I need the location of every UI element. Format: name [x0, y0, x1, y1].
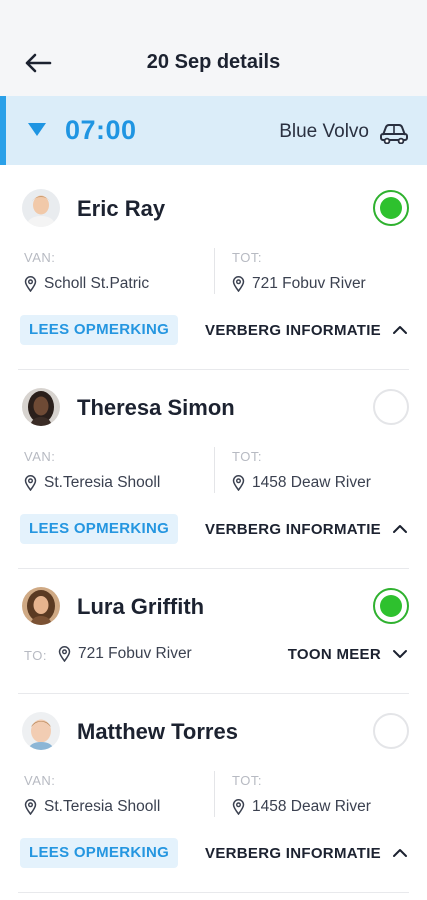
page-title: 20 Sep details	[146, 51, 281, 73]
from-label: VAN:	[24, 449, 56, 464]
passenger-name: Lura Griffith	[77, 594, 205, 619]
location-pin-icon	[232, 276, 245, 292]
passenger-card: Eric Ray VAN: Scholl St.Patric TOT: 721 …	[18, 165, 409, 369]
from-address-text: St.Teresia Shooll	[44, 474, 161, 491]
to-label: TOT:	[232, 449, 262, 464]
from-address: St.Teresia Shooll	[24, 474, 160, 492]
field-divider	[214, 248, 215, 294]
to-label: TOT:	[232, 773, 262, 788]
hide-info-button[interactable]: VERBERG INFORMATIE	[205, 838, 409, 868]
to-address: 1458 Deaw River	[232, 798, 371, 816]
location-pin-icon	[58, 646, 71, 662]
hide-info-label: VERBERG INFORMATIE	[205, 844, 381, 862]
pickup-check-toggle[interactable]	[373, 588, 409, 624]
caret-down-icon[interactable]	[28, 123, 46, 136]
from-address: Scholl St.Patric	[24, 275, 149, 293]
to-address: 1458 Deaw River	[232, 474, 371, 492]
from-label: VAN:	[24, 250, 56, 265]
read-note-button[interactable]: LEES OPMERKING	[20, 514, 179, 544]
read-note-button[interactable]: LEES OPMERKING	[20, 838, 179, 868]
passenger-card: Matthew Torres VAN: St.Teresia Shooll TO…	[18, 693, 409, 893]
pickup-check-toggle[interactable]	[373, 713, 409, 749]
avatar	[22, 189, 60, 227]
hide-info-label: VERBERG INFORMATIE	[205, 520, 381, 538]
location-pin-icon	[232, 475, 245, 491]
to-label: TOT:	[232, 250, 262, 265]
passenger-name: Eric Ray	[77, 196, 166, 221]
avatar	[22, 587, 60, 625]
show-more-button[interactable]: TOON MEER	[288, 639, 409, 669]
location-pin-icon	[24, 276, 37, 292]
to-address: 721 Fobuv River	[58, 645, 192, 663]
read-note-button[interactable]: LEES OPMERKING	[20, 315, 179, 345]
to-address: 721 Fobuv River	[232, 275, 366, 293]
avatar	[22, 712, 60, 750]
to-label: TO:	[24, 648, 47, 663]
location-pin-icon	[24, 799, 37, 815]
from-address-text: St.Teresia Shooll	[44, 798, 161, 815]
field-divider	[214, 771, 215, 817]
passenger-name: Theresa Simon	[77, 395, 235, 420]
chevron-down-icon	[393, 650, 407, 658]
hide-info-button[interactable]: VERBERG INFORMATIE	[205, 315, 409, 345]
from-address-text: Scholl St.Patric	[44, 275, 150, 292]
location-pin-icon	[24, 475, 37, 491]
app-bar: 20 Sep details	[0, 0, 427, 96]
passenger-name: Matthew Torres	[77, 719, 238, 744]
field-divider	[214, 447, 215, 493]
car-icon	[380, 124, 408, 144]
to-address-text: 721 Fobuv River	[252, 275, 366, 292]
vehicle-name: Blue Volvo	[279, 121, 369, 142]
passenger-card: Theresa Simon VAN: St.Teresia Shooll TOT…	[18, 369, 409, 568]
hide-info-label: VERBERG INFORMATIE	[205, 321, 381, 339]
avatar	[22, 388, 60, 426]
pickup-check-toggle[interactable]	[373, 190, 409, 226]
chevron-up-icon	[393, 326, 407, 334]
trip-time-bar[interactable]: 07:00 Blue Volvo	[0, 96, 427, 165]
chevron-up-icon	[393, 525, 407, 533]
to-address-text: 721 Fobuv River	[78, 645, 192, 662]
to-address-text: 1458 Deaw River	[252, 474, 371, 491]
show-more-label: TOON MEER	[287, 645, 381, 663]
to-address-text: 1458 Deaw River	[252, 798, 371, 815]
from-address: St.Teresia Shooll	[24, 798, 160, 816]
location-pin-icon	[232, 799, 245, 815]
trip-time: 07:00	[65, 115, 137, 145]
hide-info-button[interactable]: VERBERG INFORMATIE	[205, 514, 409, 544]
divider	[18, 892, 409, 893]
pickup-check-toggle[interactable]	[373, 389, 409, 425]
chevron-up-icon	[393, 849, 407, 857]
from-label: VAN:	[24, 773, 56, 788]
passenger-card: Lura Griffith TO: 721 Fobuv River TOON M…	[18, 568, 409, 693]
